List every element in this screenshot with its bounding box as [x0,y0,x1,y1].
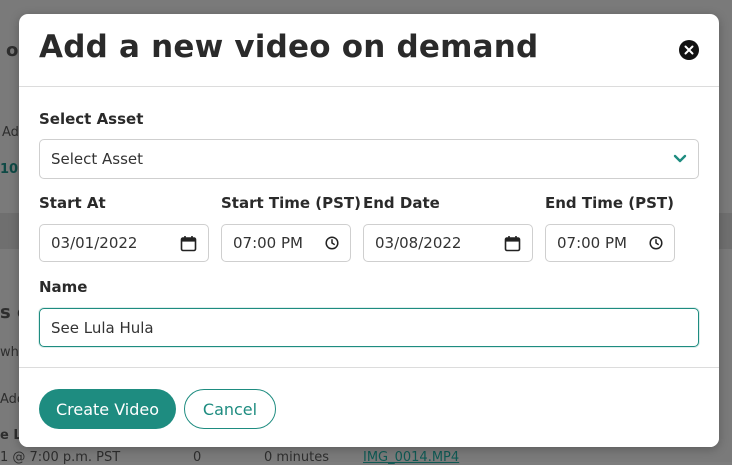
end-time-input[interactable]: 07:00 PM [545,224,675,262]
name-label: Name [39,278,88,296]
select-asset-label: Select Asset [39,110,144,128]
clock-icon[interactable] [325,236,339,250]
start-time-value: 07:00 PM [233,234,303,252]
start-date-input[interactable]: 03/01/2022 [39,224,209,262]
background-row-duration: 0 minutes [264,450,330,465]
background-row-time: 1 @ 7:00 p.m. PST [0,450,121,465]
start-time-label: Start Time (PST) [221,194,362,212]
name-input[interactable]: See Lula Hula [39,308,699,347]
end-date-value: 03/08/2022 [375,234,462,252]
end-date-label: End Date [363,194,440,212]
background-heading-fragment: o [6,40,19,61]
calendar-icon[interactable] [504,235,521,252]
close-button[interactable] [679,40,699,60]
close-circle-icon [684,45,694,55]
calendar-icon[interactable] [180,235,197,252]
end-time-value: 07:00 PM [557,234,627,252]
name-value: See Lula Hula [51,318,154,337]
background-row-file-link: IMG_0014.MP4 [363,450,460,465]
start-date-value: 03/01/2022 [51,234,138,252]
chevron-down-icon [673,154,687,164]
end-time-label: End Time (PST) [545,194,675,212]
background-row-count: 0 [193,450,202,465]
modal-body: Select Asset Select Asset Start At 03/01… [19,87,719,367]
modal-header: Add a new video on demand [19,14,719,87]
create-video-button[interactable]: Create Video [39,389,176,429]
clock-icon[interactable] [649,236,663,250]
start-time-input[interactable]: 07:00 PM [221,224,351,262]
start-at-label: Start At [39,194,106,212]
add-video-modal: Add a new video on demand Select Asset S… [19,14,719,447]
modal-title: Add a new video on demand [39,29,539,65]
select-asset-dropdown[interactable]: Select Asset [39,139,699,179]
modal-footer: Create Video Cancel [19,367,719,447]
cancel-button[interactable]: Cancel [184,389,276,429]
end-date-input[interactable]: 03/08/2022 [363,224,533,262]
select-asset-value: Select Asset [51,150,144,168]
background-text-fragment: Ad [2,125,19,140]
